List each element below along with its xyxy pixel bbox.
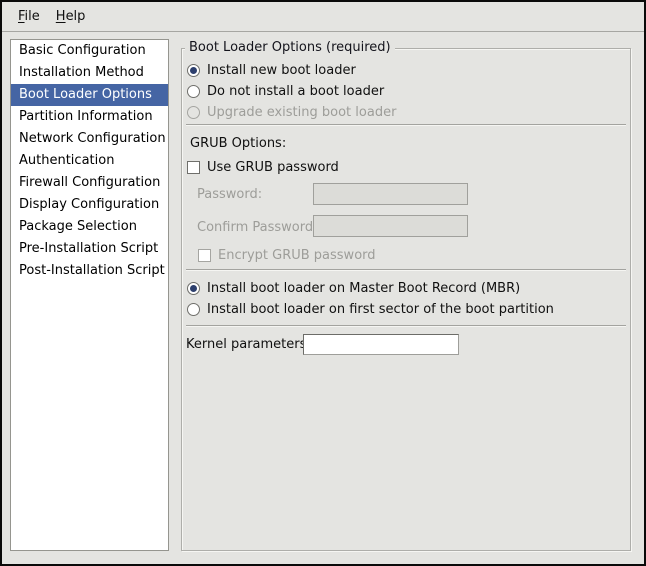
radio-label: Install boot loader on Master Boot Recor… <box>207 281 520 296</box>
sidebar-item-boot-loader-options[interactable]: Boot Loader Options <box>11 84 168 106</box>
kernel-parameters-row: Kernel parameters: <box>186 334 311 355</box>
sidebar-item-post-installation-script[interactable]: Post-Installation Script <box>11 260 168 282</box>
menu-help[interactable]: Help <box>48 5 94 28</box>
separator <box>186 325 626 327</box>
sidebar-item-firewall-configuration[interactable]: Firewall Configuration <box>11 172 168 194</box>
radio-do-not-install-boot-loader[interactable]: Do not install a boot loader <box>187 81 384 101</box>
separator <box>186 269 626 271</box>
sidebar-item-authentication[interactable]: Authentication <box>11 150 168 172</box>
radio-icon <box>187 64 200 77</box>
radio-install-on-mbr[interactable]: Install boot loader on Master Boot Recor… <box>187 278 520 298</box>
sidebar-item-network-configuration[interactable]: Network Configuration <box>11 128 168 150</box>
radio-install-on-first-sector[interactable]: Install boot loader on first sector of t… <box>187 299 554 319</box>
menu-help-rest: elp <box>66 9 86 24</box>
radio-icon <box>187 85 200 98</box>
confirm-password-input <box>313 215 468 237</box>
radio-label: Upgrade existing boot loader <box>207 105 396 120</box>
radio-label: Install new boot loader <box>207 63 356 78</box>
radio-icon <box>187 282 200 295</box>
checkbox-use-grub-password[interactable]: Use GRUB password <box>187 157 339 177</box>
separator <box>186 124 626 126</box>
kernel-parameters-input[interactable] <box>303 334 459 355</box>
menubar: File Help <box>2 2 644 32</box>
checkbox-icon <box>198 249 211 262</box>
password-row: Password: <box>197 182 262 206</box>
boot-loader-options-frame: Boot Loader Options (required) Install n… <box>181 48 631 551</box>
radio-upgrade-existing-boot-loader: Upgrade existing boot loader <box>187 102 396 122</box>
menu-file-rest: ile <box>25 9 40 24</box>
sidebar-item-installation-method[interactable]: Installation Method <box>11 62 168 84</box>
checkbox-label: Use GRUB password <box>207 160 339 175</box>
radio-icon <box>187 106 200 119</box>
radio-install-new-boot-loader[interactable]: Install new boot loader <box>187 60 356 80</box>
checkbox-encrypt-grub-password: Encrypt GRUB password <box>198 245 376 265</box>
kickstart-configurator-window: File Help Basic Configuration Installati… <box>0 0 646 566</box>
radio-label: Install boot loader on first sector of t… <box>207 302 554 317</box>
menu-file[interactable]: File <box>10 5 48 28</box>
sidebar-item-pre-installation-script[interactable]: Pre-Installation Script <box>11 238 168 260</box>
checkbox-icon <box>187 161 200 174</box>
confirm-password-row: Confirm Password: <box>197 215 317 239</box>
sidebar-item-package-selection[interactable]: Package Selection <box>11 216 168 238</box>
checkbox-label: Encrypt GRUB password <box>218 248 376 263</box>
sidebar-item-display-configuration[interactable]: Display Configuration <box>11 194 168 216</box>
menu-help-accel: H <box>56 9 66 24</box>
password-label: Password: <box>197 187 262 202</box>
password-input <box>313 183 468 205</box>
category-list: Basic Configuration Installation Method … <box>10 39 169 551</box>
radio-label: Do not install a boot loader <box>207 84 384 99</box>
radio-icon <box>187 303 200 316</box>
sidebar-item-basic-configuration[interactable]: Basic Configuration <box>11 40 168 62</box>
grub-options-label: GRUB Options: <box>190 136 286 151</box>
sidebar-item-partition-information[interactable]: Partition Information <box>11 106 168 128</box>
confirm-password-label: Confirm Password: <box>197 220 317 235</box>
frame-title: Boot Loader Options (required) <box>185 40 395 55</box>
kernel-parameters-label: Kernel parameters: <box>186 337 311 352</box>
